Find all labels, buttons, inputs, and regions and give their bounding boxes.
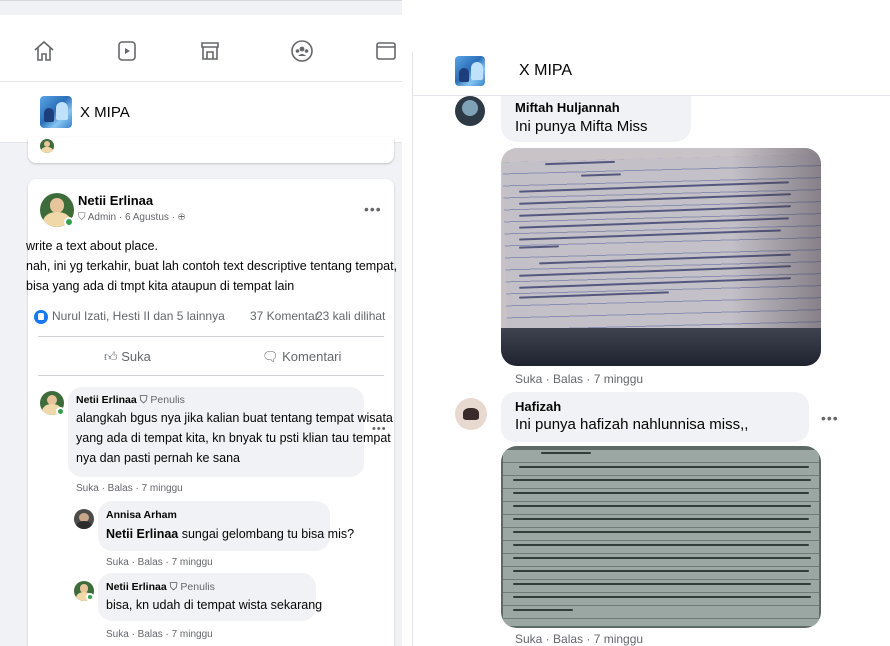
post-meta-text: Admin · 6 Agustus · (87, 212, 178, 223)
online-indicator (56, 407, 65, 416)
comment-text: Ini punya hafizah nahlunnisa miss,, (515, 416, 749, 433)
group-header[interactable]: X MIPA (0, 81, 402, 143)
comments-count[interactable]: 37 Komentar (250, 309, 319, 323)
comment-text-line-1: alangkah bgus nya jika kalian buat tenta… (76, 411, 393, 425)
gaming-icon[interactable] (374, 39, 398, 63)
views-count: 23 kali dilihat (316, 309, 386, 323)
post-text-line-3: bisa yang ada di tmpt kita ataupun di te… (26, 279, 295, 293)
right-panel: X MIPA Miftah Huljannah Ini punya Mifta … (412, 52, 890, 646)
comment-bubble: Netii Erlinaa ⛉ Penulis bisa, kn udah di… (98, 573, 322, 621)
comment-text-line-2: yang ada di tempat kita, kn bnyak tu pst… (76, 431, 391, 445)
commenter-avatar[interactable] (455, 398, 487, 430)
post-card: Netii Erlinaa ⛉ Admin · 6 Agustus · ⊕ ••… (26, 179, 398, 646)
mention-link[interactable]: Netii Erlinaa (106, 527, 178, 541)
comment-author[interactable]: Hafizah (515, 399, 561, 414)
comment-options-button[interactable]: ••• (372, 423, 387, 435)
comment-text: bisa, kn udah di tempat wista sekarang (106, 598, 323, 612)
group-name[interactable]: X MIPA (519, 62, 572, 80)
comment-text: Netii Erlinaa sungai gelombang tu bisa m… (106, 527, 354, 541)
home-icon[interactable] (32, 39, 56, 63)
reactions-summary[interactable]: Nurul Izati, Hesti II dan 5 lainnya (52, 309, 225, 323)
comment-bubble: Netii Erlinaa ⛉ Penulis alangkah bgus ny… (68, 387, 393, 477)
comment-text-body: sungai gelombang tu bisa mis? (178, 527, 355, 541)
comment-icon: 🗨︎ (262, 349, 279, 364)
author-badge: Penulis (180, 581, 215, 593)
comment-actions[interactable]: Suka · Balas · 7 minggu (515, 632, 643, 646)
post-text-line-2: nah, ini yg terkahir, buat lah contoh te… (26, 259, 398, 273)
group-header[interactable]: X MIPA (413, 52, 890, 96)
comment-photo[interactable] (501, 148, 821, 366)
author-badge-icon: ⛉ (139, 394, 148, 406)
commenter-avatar[interactable] (74, 509, 94, 529)
online-indicator (64, 217, 74, 227)
group-avatar (40, 96, 72, 128)
group-avatar (455, 56, 485, 86)
marketplace-icon[interactable] (198, 39, 222, 63)
left-panel: X MIPA Netii Erlinaa ⛉ Admin · 6 Agustus… (0, 0, 402, 646)
admin-shield-icon: ⛉ (78, 212, 86, 223)
previous-post-card (28, 137, 394, 163)
post-options-button[interactable]: ••• (364, 201, 382, 217)
comment-author[interactable]: Annisa Arham (106, 509, 177, 521)
comment-actions[interactable]: Suka · Balas · 7 minggu (106, 629, 213, 640)
comment-bubble: Hafizah Ini punya hafizah nahlunnisa mis… (501, 392, 809, 442)
post-author[interactable]: Netii Erlinaa (78, 193, 153, 208)
divider (38, 375, 384, 376)
comment-author-name[interactable]: Netii Erlinaa (106, 581, 167, 593)
thumbs-up-icon: 👍︎ (104, 349, 118, 364)
group-name[interactable]: X MIPA (80, 104, 130, 121)
comment-actions[interactable]: Suka · Balas · 7 minggu (515, 372, 643, 386)
comment-options-button[interactable]: ••• (821, 410, 839, 426)
comment-actions[interactable]: Suka · Balas · 7 minggu (106, 557, 213, 568)
post-meta: ⛉ Admin · 6 Agustus · ⊕ (78, 212, 185, 223)
avatar (40, 139, 54, 153)
comment-text: Ini punya Mifta Miss (515, 118, 648, 135)
post-text-line-1: write a text about place. (26, 239, 159, 253)
comment-button[interactable]: 🗨︎ Komentari (262, 349, 341, 365)
author-badge-icon: ⛉ (169, 581, 178, 593)
globe-icon: ⊕ (177, 212, 186, 223)
comment-label: Komentari (282, 349, 342, 364)
comment-bubble: Miftah Huljannah Ini punya Mifta Miss (501, 96, 691, 142)
comment-author[interactable]: Netii Erlinaa ⛉ Penulis (76, 394, 185, 407)
comment-author-name[interactable]: Netii Erlinaa (76, 394, 137, 406)
like-reaction-icon (34, 310, 48, 324)
comment-photo[interactable] (501, 446, 821, 628)
top-navigation (0, 15, 402, 81)
comment-author[interactable]: Netii Erlinaa ⛉ Penulis (106, 581, 215, 594)
comment-text-line-3: nya dan pasti pernah ke sana (76, 451, 241, 465)
like-button[interactable]: 👍︎ Suka (104, 349, 151, 365)
watch-icon[interactable] (115, 39, 139, 63)
comment-author[interactable]: Miftah Huljannah (515, 100, 620, 115)
comment-actions[interactable]: Suka · Balas · 7 minggu (76, 483, 183, 494)
groups-icon[interactable] (290, 39, 314, 63)
author-badge: Penulis (150, 394, 185, 406)
online-indicator (86, 593, 94, 601)
like-label: Suka (121, 349, 151, 364)
divider (38, 336, 384, 337)
comment-bubble: Annisa Arham Netii Erlinaa sungai gelomb… (98, 501, 354, 551)
commenter-avatar[interactable] (455, 96, 485, 126)
